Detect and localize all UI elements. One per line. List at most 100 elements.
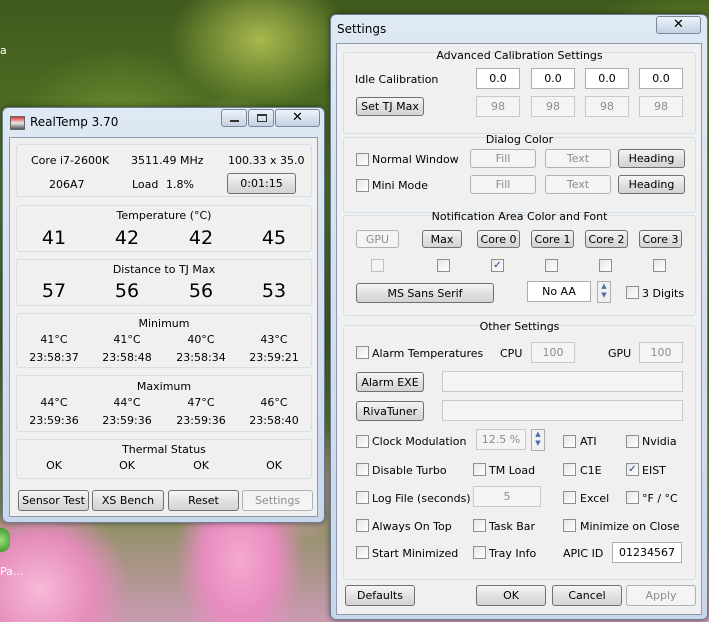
mini-text-button[interactable]: Text bbox=[545, 175, 611, 194]
xs-bench-button[interactable]: XS Bench bbox=[92, 490, 164, 511]
sensor-test-button[interactable]: Sensor Test bbox=[18, 490, 89, 511]
font-button[interactable]: MS Sans Serif bbox=[356, 283, 494, 303]
minimize-on-close-checkbox[interactable] bbox=[563, 519, 576, 532]
core3-max: 46°C bbox=[260, 396, 288, 409]
core3-max-time: 23:58:40 bbox=[249, 414, 299, 427]
mini-mode-checkbox[interactable] bbox=[356, 179, 369, 192]
log-file-checkbox[interactable] bbox=[356, 491, 369, 504]
antialias-spinner[interactable]: ▲ ▼ bbox=[597, 281, 611, 303]
maximize-icon bbox=[257, 114, 267, 122]
c1e-label: C1E bbox=[580, 464, 602, 477]
alarm-exe-button[interactable]: Alarm EXE bbox=[356, 372, 424, 392]
apic-id-label: APIC ID bbox=[563, 547, 604, 560]
idle-calibration-core3[interactable]: 0.0 bbox=[639, 68, 683, 89]
core3-tray-checkbox[interactable] bbox=[653, 259, 666, 272]
tray-info-checkbox[interactable] bbox=[473, 546, 486, 559]
temperature-header: Temperature (°C) bbox=[116, 209, 212, 222]
minimize-button[interactable] bbox=[221, 109, 247, 127]
normal-heading-button[interactable]: Heading bbox=[618, 149, 685, 168]
eist-checkbox[interactable]: ✓ bbox=[626, 463, 639, 476]
rivatuner-button[interactable]: RivaTuner bbox=[356, 401, 424, 421]
close-button[interactable]: ✕ bbox=[275, 109, 320, 127]
realtemp-window: RealTemp 3.70 ✕ Core i7-2600K 3511.49 MH… bbox=[2, 107, 325, 523]
desktop-app-icon[interactable] bbox=[0, 528, 10, 552]
mini-heading-button[interactable]: Heading bbox=[618, 175, 685, 194]
ati-checkbox[interactable] bbox=[563, 435, 576, 448]
gpu-color-button[interactable]: GPU bbox=[356, 230, 399, 248]
apic-id-field[interactable]: 01234567 bbox=[612, 542, 682, 563]
ok-button[interactable]: OK bbox=[476, 585, 546, 606]
alarm-temps-checkbox[interactable] bbox=[356, 346, 369, 359]
close-icon: ✕ bbox=[292, 110, 303, 125]
gpu-alarm-label: GPU bbox=[608, 347, 632, 360]
tj-max-core1[interactable]: 98 bbox=[531, 96, 575, 117]
tm-load-checkbox[interactable] bbox=[473, 463, 486, 476]
tj-max-core2[interactable]: 98 bbox=[585, 96, 629, 117]
gpu-alarm-field[interactable]: 100 bbox=[639, 342, 683, 363]
eist-label: EIST bbox=[642, 464, 666, 477]
cpu-model: Core i7-2600K bbox=[31, 154, 110, 167]
set-tj-max-button[interactable]: Set TJ Max bbox=[356, 97, 424, 116]
core1-thermal: OK bbox=[119, 459, 135, 472]
idle-calibration-core0[interactable]: 0.0 bbox=[476, 68, 520, 89]
fahrenheit-checkbox[interactable] bbox=[626, 491, 639, 504]
rivatuner-path[interactable] bbox=[442, 400, 683, 421]
minimum-header: Minimum bbox=[138, 317, 190, 330]
gpu-tray-checkbox[interactable] bbox=[371, 259, 384, 272]
clock-modulation-field[interactable]: 12.5 % bbox=[476, 429, 526, 450]
maximize-button[interactable] bbox=[248, 109, 274, 127]
normal-text-button[interactable]: Text bbox=[545, 149, 611, 168]
timer-button[interactable]: 0:01:15 bbox=[227, 173, 296, 194]
max-color-button[interactable]: Max bbox=[422, 230, 462, 248]
core2-tray-checkbox[interactable] bbox=[599, 259, 612, 272]
cpu-alarm-field[interactable]: 100 bbox=[531, 342, 575, 363]
clock-modulation-checkbox[interactable] bbox=[356, 435, 369, 448]
antialias-field[interactable]: No AA bbox=[527, 281, 591, 302]
start-minimized-checkbox[interactable] bbox=[356, 546, 369, 559]
log-interval-field[interactable]: 5 bbox=[473, 486, 541, 507]
tj-max-core0[interactable]: 98 bbox=[476, 96, 520, 117]
normal-fill-button[interactable]: Fill bbox=[470, 149, 536, 168]
three-digits-checkbox[interactable] bbox=[626, 286, 639, 299]
task-bar-checkbox[interactable] bbox=[473, 519, 486, 532]
desktop-icon-label: Pa... bbox=[0, 565, 24, 578]
disable-turbo-checkbox[interactable] bbox=[356, 463, 369, 476]
core2-thermal: OK bbox=[193, 459, 209, 472]
max-tray-checkbox[interactable] bbox=[437, 259, 450, 272]
idle-calibration-core1[interactable]: 0.0 bbox=[531, 68, 575, 89]
core1-tray-checkbox[interactable] bbox=[545, 259, 558, 272]
core0-distance: 57 bbox=[41, 280, 67, 302]
apply-button[interactable]: Apply bbox=[626, 585, 696, 606]
load-value: 1.8% bbox=[166, 178, 194, 191]
defaults-button[interactable]: Defaults bbox=[345, 585, 415, 606]
idle-calibration-label: Idle Calibration bbox=[355, 73, 439, 86]
clock-modulation-spinner[interactable]: ▲ ▼ bbox=[531, 429, 545, 451]
nvidia-checkbox[interactable] bbox=[626, 435, 639, 448]
core0-min: 41°C bbox=[40, 333, 68, 346]
cancel-button[interactable]: Cancel bbox=[552, 585, 622, 606]
c1e-checkbox[interactable] bbox=[563, 463, 576, 476]
tj-max-core3[interactable]: 98 bbox=[639, 96, 683, 117]
mini-fill-button[interactable]: Fill bbox=[470, 175, 536, 194]
core0-color-button[interactable]: Core 0 bbox=[477, 230, 520, 248]
settings-window: Settings ✕ Advanced Calibration Settings… bbox=[330, 14, 708, 620]
core1-min: 41°C bbox=[113, 333, 141, 346]
normal-window-checkbox[interactable] bbox=[356, 153, 369, 166]
core3-min-time: 23:59:21 bbox=[249, 351, 299, 364]
alarm-exe-path[interactable] bbox=[442, 371, 683, 392]
calibration-header: Advanced Calibration Settings bbox=[436, 49, 603, 62]
core0-tray-checkbox[interactable]: ✓ bbox=[491, 259, 504, 272]
excel-label: Excel bbox=[580, 492, 610, 505]
reset-button[interactable]: Reset bbox=[168, 490, 239, 511]
idle-calibration-core2[interactable]: 0.0 bbox=[585, 68, 629, 89]
core1-color-button[interactable]: Core 1 bbox=[531, 230, 574, 248]
core3-color-button[interactable]: Core 3 bbox=[639, 230, 682, 248]
spin-down-icon: ▼ bbox=[535, 439, 541, 447]
excel-checkbox[interactable] bbox=[563, 491, 576, 504]
core2-color-button[interactable]: Core 2 bbox=[585, 230, 628, 248]
settings-button[interactable]: Settings bbox=[242, 490, 313, 511]
always-on-top-checkbox[interactable] bbox=[356, 519, 369, 532]
disable-turbo-label: Disable Turbo bbox=[372, 464, 447, 477]
close-button[interactable]: ✕ bbox=[656, 16, 701, 34]
core2-min: 40°C bbox=[187, 333, 215, 346]
